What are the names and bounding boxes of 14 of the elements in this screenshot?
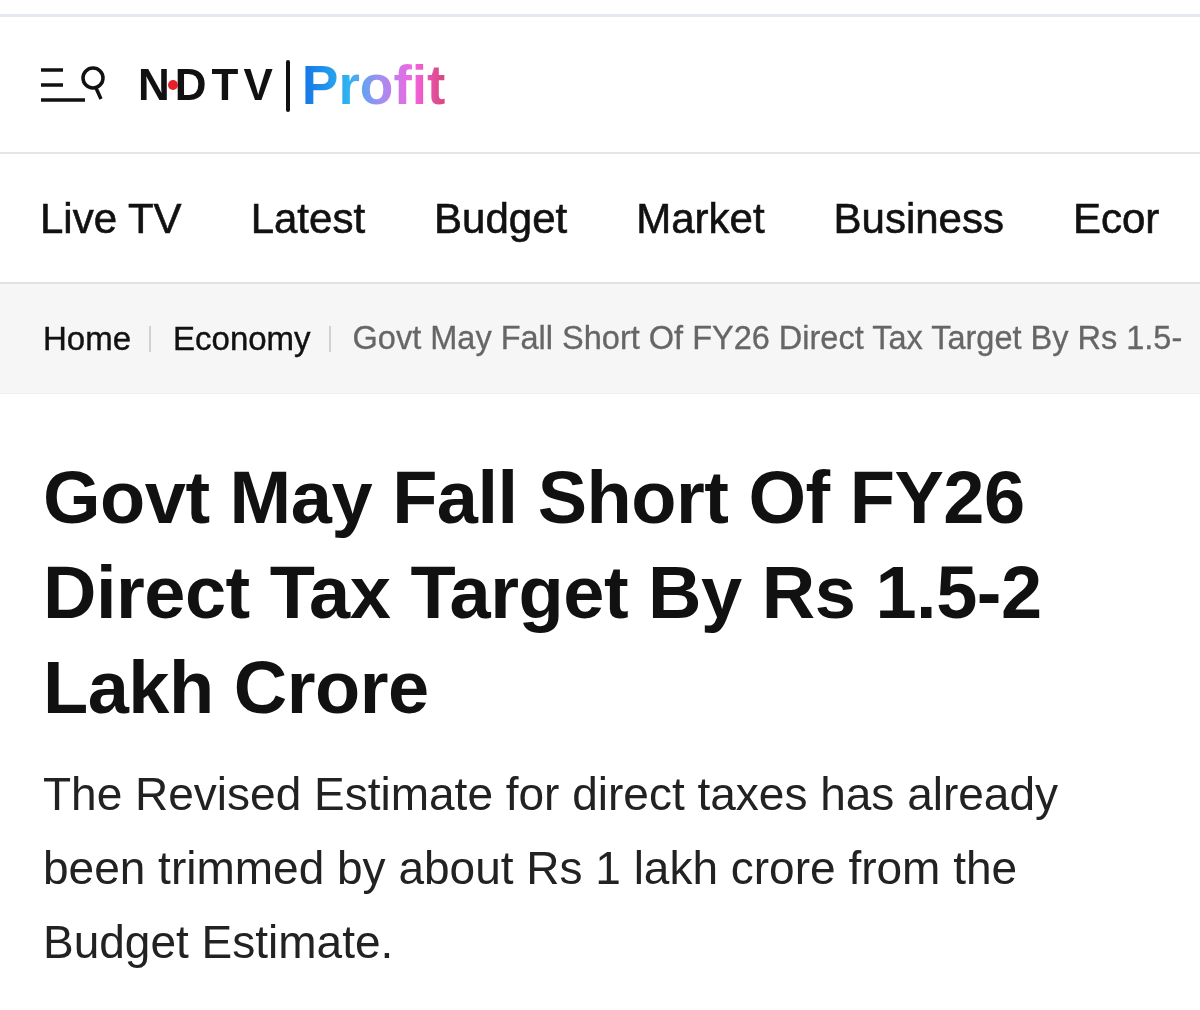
- logo-wordmark[interactable]: NDTV: [138, 61, 278, 110]
- nav-link[interactable]: Live TV: [40, 193, 182, 243]
- nav-link[interactable]: Latest: [250, 193, 366, 243]
- article-summary: The Revised Estimate for direct taxes has already been trimmed by about Rs 1 lakh crore from the Budget Estimate.: [43, 767, 1059, 970]
- nav-link[interactable]: Market: [636, 193, 765, 243]
- breadcrumb-link[interactable]: Home: [43, 319, 132, 358]
- nav-link[interactable]: Business: [833, 193, 1004, 243]
- dot-icon: [168, 80, 178, 91]
- nav-link[interactable]: Budget: [434, 193, 568, 243]
- nav-link[interactable]: Ecor: [1072, 193, 1160, 243]
- menu-search-icon[interactable]: [41, 64, 105, 105]
- breadcrumb-link[interactable]: Economy: [173, 319, 311, 358]
- breadcrumb-current: Govt May Fall Short Of FY26 Direct Tax Target By Rs 1.5-: [352, 320, 1183, 357]
- article-headline: Govt May Fall Short Of FY26 Direct Tax Target By Rs 1.5-2 Lakh Crore: [43, 455, 1043, 731]
